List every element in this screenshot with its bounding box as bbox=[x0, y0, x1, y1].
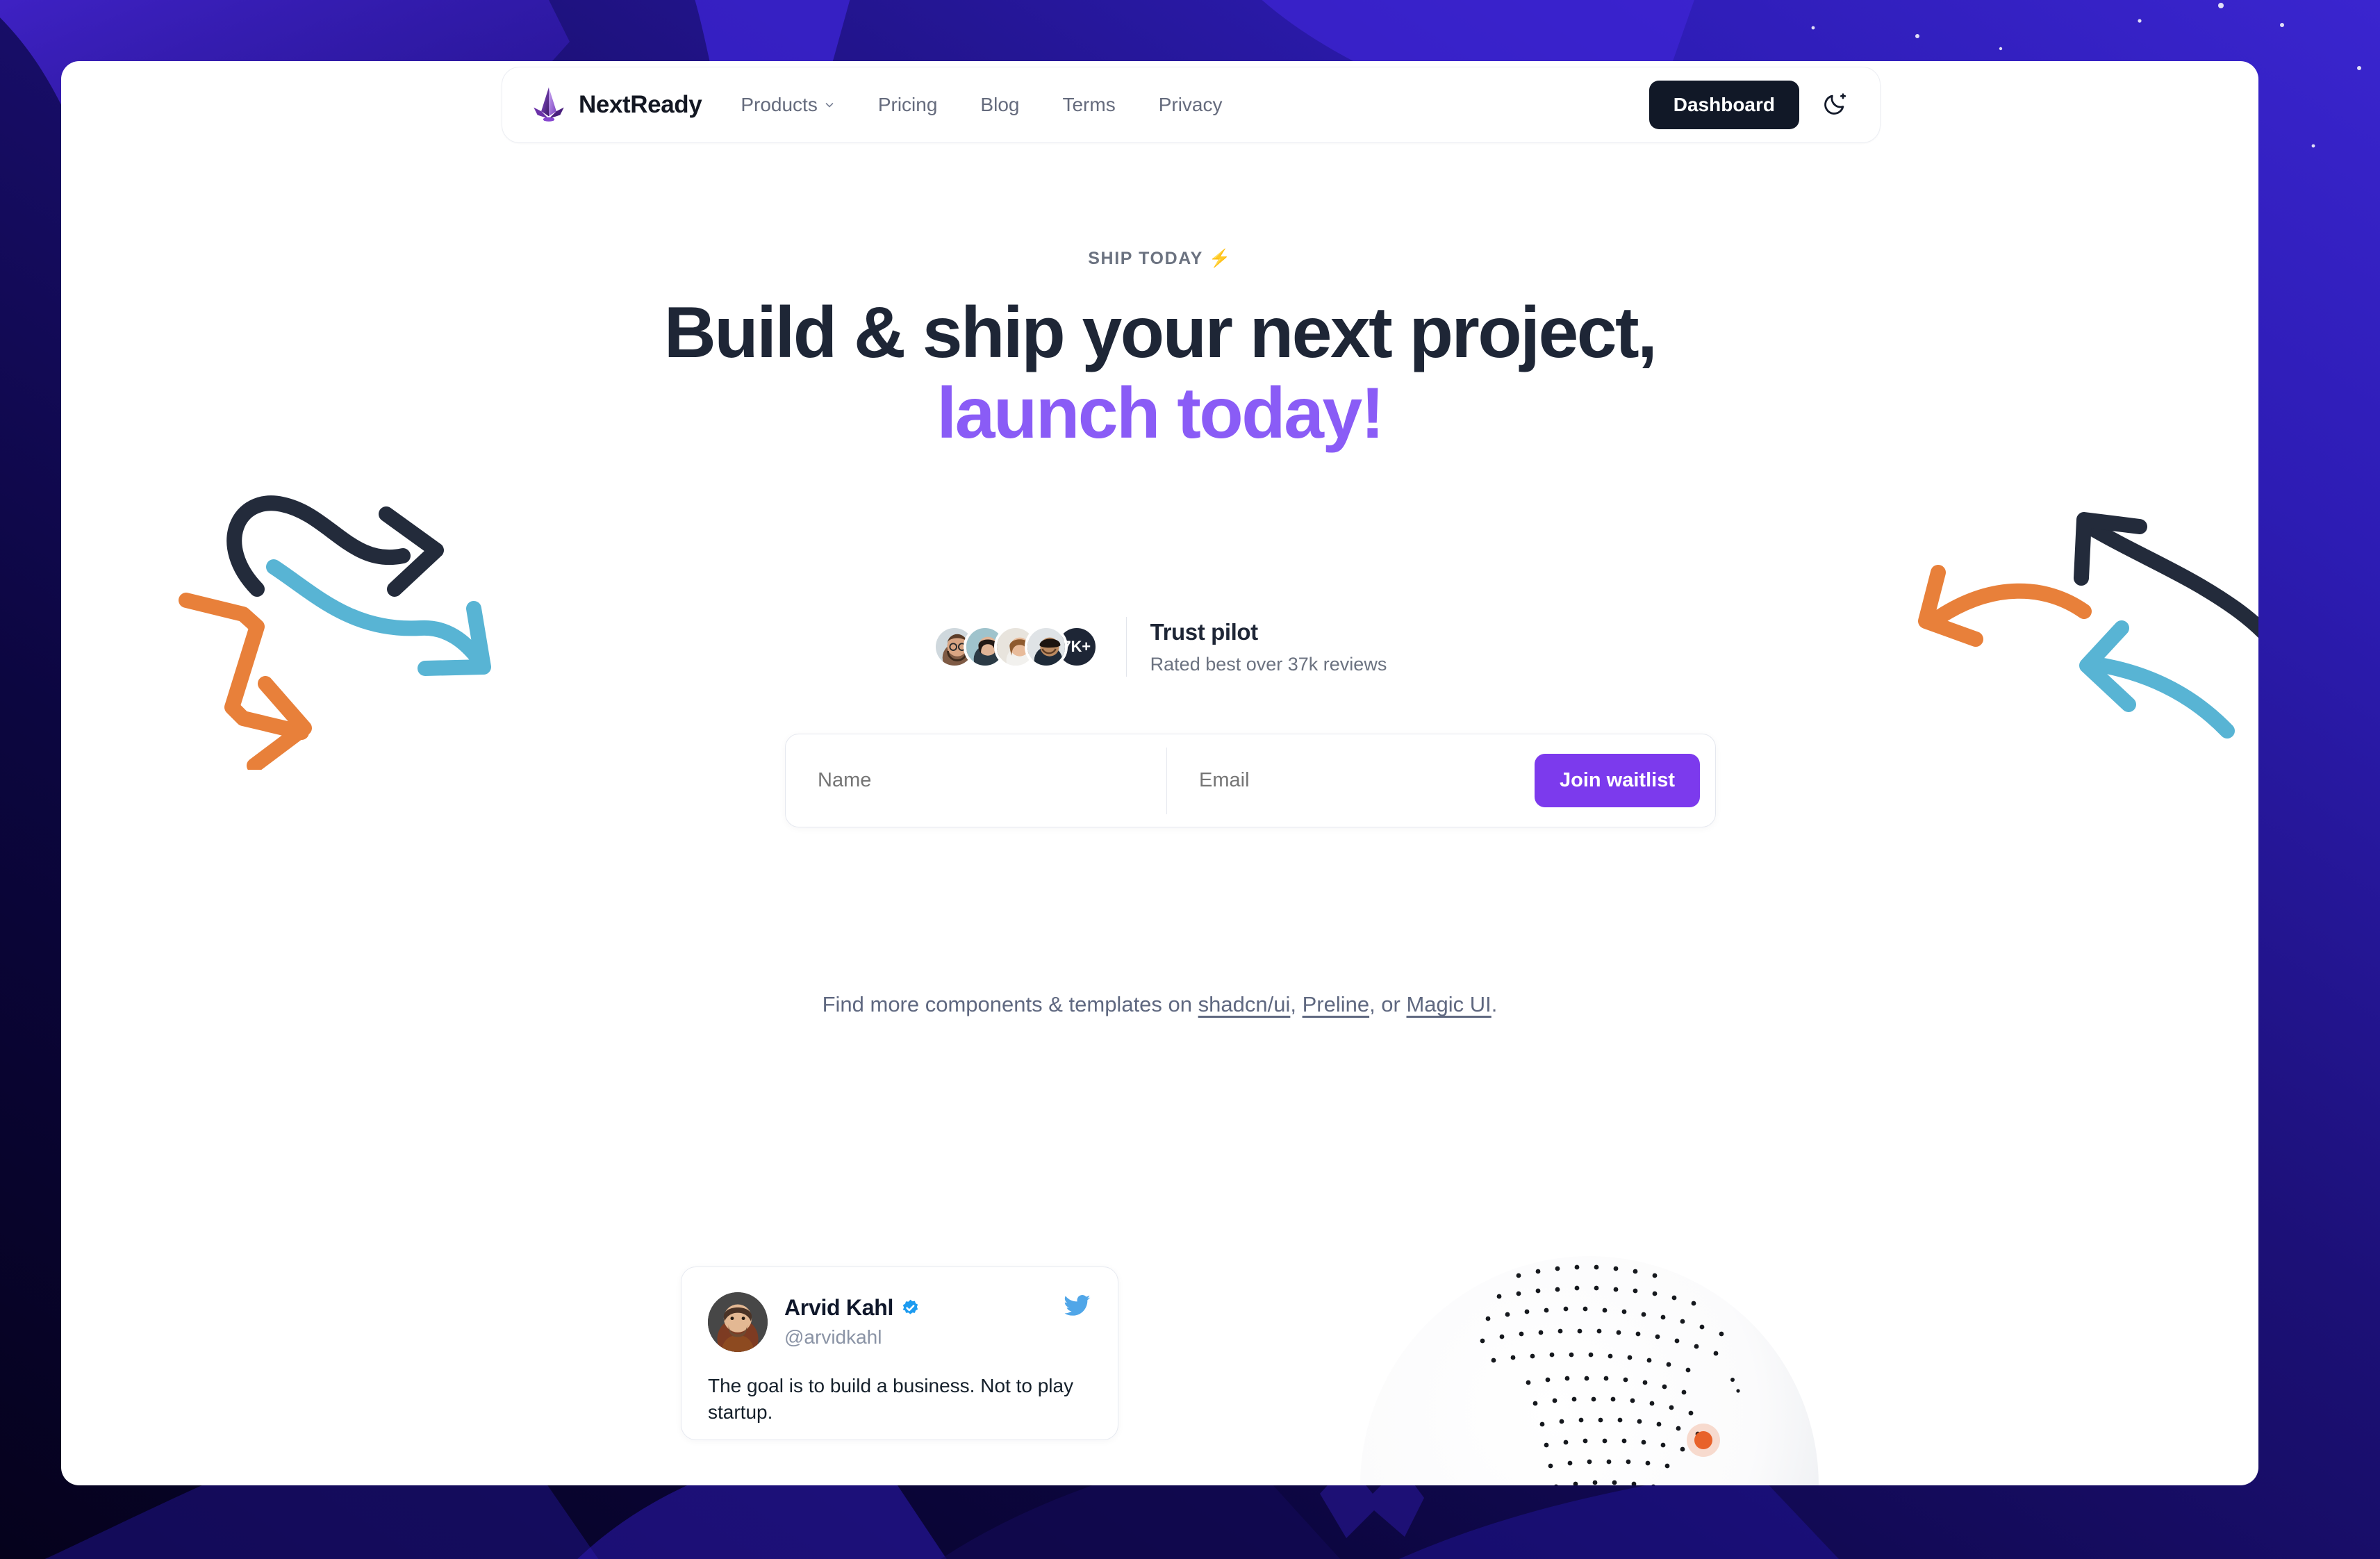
tweet-author-name: Arvid Kahl bbox=[784, 1295, 894, 1320]
hero-eyebrow: SHIP TODAY ⚡ bbox=[1088, 249, 1232, 268]
pyramid-gem-icon bbox=[529, 85, 569, 125]
globe-marker bbox=[1687, 1424, 1720, 1457]
nav-link-products-label: Products bbox=[741, 94, 818, 115]
dotted-globe bbox=[1339, 1194, 1867, 1485]
tweet-identity: Arvid Kahl @arvidkahl bbox=[784, 1292, 920, 1348]
email-input[interactable] bbox=[1167, 734, 1535, 827]
navbar: NextReady Products Pricing Blog Terms Pr… bbox=[502, 67, 1881, 143]
avatar-stack: 7K+ bbox=[932, 625, 1098, 668]
avatar bbox=[708, 1292, 768, 1352]
waitlist-form: Join waitlist bbox=[785, 734, 1716, 827]
hero-section: SHIP TODAY ⚡ Build & ship your next proj… bbox=[61, 249, 2258, 454]
tweet-body: The goal is to build a business. Not to … bbox=[708, 1375, 1074, 1423]
navbar-actions: Dashboard bbox=[1648, 81, 1853, 129]
nav-links: Products Pricing Blog Terms Privacy bbox=[741, 94, 1222, 116]
footnote-sep-1: , bbox=[1290, 992, 1303, 1016]
trust-subtitle: Rated best over 37k reviews bbox=[1150, 653, 1387, 675]
nav-link-blog[interactable]: Blog bbox=[980, 94, 1019, 116]
nav-link-privacy[interactable]: Privacy bbox=[1159, 94, 1223, 116]
name-input[interactable] bbox=[786, 734, 1166, 827]
divider bbox=[1125, 617, 1127, 677]
trust-text: Trust pilot Rated best over 37k reviews bbox=[1150, 619, 1387, 675]
link-preline[interactable]: Preline bbox=[1303, 992, 1370, 1016]
nav-link-terms[interactable]: Terms bbox=[1062, 94, 1115, 116]
trust-title: Trust pilot bbox=[1150, 618, 1258, 645]
footnote: Find more components & templates on shad… bbox=[61, 992, 2258, 1017]
navy-curve-arrow-right bbox=[226, 495, 444, 597]
join-waitlist-button[interactable]: Join waitlist bbox=[1535, 754, 1700, 807]
brand-logo[interactable]: NextReady bbox=[529, 85, 702, 125]
dashboard-button[interactable]: Dashboard bbox=[1648, 81, 1799, 129]
headline-line-1: Build & ship your next project, bbox=[663, 292, 1658, 373]
moon-star-icon bbox=[1821, 90, 1849, 120]
tweet-header: Arvid Kahl @arvidkahl bbox=[708, 1292, 1091, 1352]
chevron-down-icon bbox=[824, 99, 835, 110]
theme-toggle-button[interactable] bbox=[1817, 87, 1853, 123]
footnote-sep-2: , or bbox=[1369, 992, 1407, 1016]
trust-row: 7K+ Trust pilot Rated best over 37k revi… bbox=[61, 617, 2258, 677]
page-card: NextReady Products Pricing Blog Terms Pr… bbox=[61, 61, 2258, 1485]
tweet-handle: @arvidkahl bbox=[784, 1326, 882, 1348]
avatar bbox=[1024, 625, 1068, 668]
link-magic-ui[interactable]: Magic UI bbox=[1406, 992, 1491, 1016]
tweet-name-row: Arvid Kahl bbox=[784, 1295, 920, 1321]
link-shadcn-ui[interactable]: shadcn/ui bbox=[1198, 992, 1291, 1016]
tweet-card[interactable]: Arvid Kahl @arvidkahl The goal is to bui… bbox=[681, 1267, 1118, 1440]
nav-link-products[interactable]: Products bbox=[741, 94, 835, 116]
twitter-bird-icon[interactable] bbox=[1064, 1292, 1091, 1320]
footnote-suffix: . bbox=[1491, 992, 1498, 1016]
brand-name: NextReady bbox=[579, 91, 702, 118]
nav-link-pricing[interactable]: Pricing bbox=[878, 94, 938, 116]
page-title: Build & ship your next project, launch t… bbox=[61, 292, 2258, 454]
headline-line-2: launch today! bbox=[936, 373, 1385, 454]
verified-badge-icon bbox=[901, 1298, 920, 1317]
footnote-prefix: Find more components & templates on bbox=[822, 992, 1198, 1016]
